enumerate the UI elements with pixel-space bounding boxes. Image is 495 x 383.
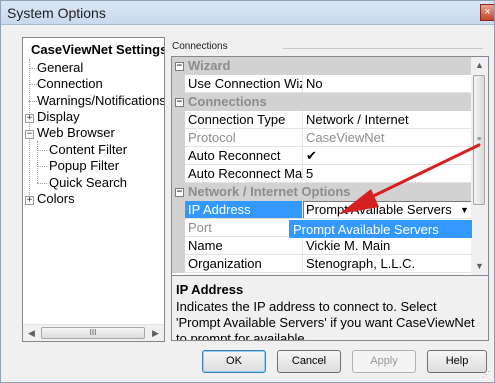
row-gutter — [172, 255, 185, 273]
property-row[interactable]: Organization Stenograph, L.L.C. — [172, 255, 472, 273]
tree-item-general[interactable]: General — [37, 60, 83, 77]
tree-item-web-browser[interactable]: Web Browser — [37, 125, 115, 142]
row-gutter — [172, 165, 185, 183]
expand-plus-icon[interactable]: + — [25, 114, 34, 123]
property-value[interactable]: No — [303, 75, 472, 93]
help-description: Indicates the IP address to connect to. … — [176, 299, 475, 341]
tree-guide-line — [37, 183, 47, 184]
tree-item-content-filter[interactable]: Content Filter — [49, 142, 127, 159]
property-name: Name — [185, 237, 303, 255]
tree-item-colors[interactable]: Colors — [37, 191, 75, 208]
tree-item-display[interactable]: Display — [37, 109, 80, 126]
ok-button[interactable]: OK — [202, 350, 266, 373]
row-gutter — [172, 147, 185, 165]
property-name: Connection Type — [185, 111, 303, 129]
category-label: Wizard — [188, 58, 231, 73]
tree-root[interactable]: CaseViewNet Settings — [31, 42, 164, 59]
system-options-window: System Options × CaseViewNet Settings Ge… — [0, 0, 495, 383]
help-title: IP Address — [176, 282, 244, 297]
tree-guide-line — [37, 150, 47, 151]
tree-horizontal-scrollbar[interactable]: ◀ III ▶ — [23, 324, 164, 341]
tree-item-connection[interactable]: Connection — [37, 76, 103, 93]
scroll-down-icon[interactable]: ▼ — [471, 258, 488, 275]
property-value[interactable]: Network / Internet — [303, 111, 472, 129]
property-name: Protocol — [185, 129, 303, 147]
help-panel: IP Address Indicates the IP address to c… — [171, 276, 489, 341]
scroll-right-icon[interactable]: ▶ — [147, 325, 164, 341]
row-gutter — [172, 219, 185, 237]
expand-plus-icon[interactable]: + — [25, 196, 34, 205]
property-name: Auto Reconnect Max — [185, 165, 303, 183]
tree-item-quick-search[interactable]: Quick Search — [49, 175, 127, 192]
title-bar[interactable]: System Options × — [1, 1, 494, 25]
apply-button[interactable]: Apply — [352, 350, 416, 373]
group-label: Connections — [172, 41, 228, 52]
category-row[interactable]: − Connections — [172, 93, 472, 111]
property-name: IP Address — [185, 201, 303, 219]
red-arrow-icon — [339, 143, 481, 214]
group-divider — [283, 48, 483, 49]
settings-tree[interactable]: CaseViewNet Settings General Connection … — [22, 37, 165, 342]
category-label: Connections — [188, 94, 267, 109]
dropdown-option[interactable]: Prompt Available Servers — [289, 220, 472, 238]
collapse-minus-icon[interactable]: − — [175, 98, 184, 107]
resize-grip-icon[interactable]: ⋰ — [482, 370, 492, 380]
tree-guide-line — [29, 101, 37, 102]
property-value[interactable]: Stenograph, L.L.C. — [303, 255, 472, 273]
cancel-button[interactable]: Cancel — [277, 350, 341, 373]
tree-guide-line — [37, 141, 38, 183]
row-gutter — [172, 237, 185, 255]
tree-guide-line — [29, 68, 37, 69]
tree-item-warnings[interactable]: Warnings/Notifications — [37, 93, 164, 110]
scroll-up-icon[interactable]: ▲ — [471, 57, 488, 74]
collapse-minus-icon[interactable]: − — [175, 62, 184, 71]
collapse-minus-icon[interactable]: − — [25, 130, 34, 139]
row-gutter — [172, 111, 185, 129]
property-name: Use Connection Wizard — [185, 75, 303, 93]
tree-guide-line — [29, 84, 37, 85]
property-value[interactable]: Vickie M. Main — [303, 237, 472, 255]
tree-guide-line — [37, 166, 47, 167]
property-name: Auto Reconnect — [185, 147, 303, 165]
property-row[interactable]: Connection Type Network / Internet — [172, 111, 472, 129]
property-row[interactable]: Use Connection Wizard No — [172, 75, 472, 93]
window-title: System Options — [7, 5, 106, 21]
property-row[interactable]: Name Vickie M. Main — [172, 237, 472, 255]
scroll-thumb[interactable]: III — [41, 327, 145, 339]
help-button[interactable]: Help — [427, 350, 487, 373]
row-gutter — [172, 75, 185, 93]
collapse-minus-icon[interactable]: − — [175, 188, 184, 197]
row-gutter — [172, 201, 185, 219]
scroll-left-icon[interactable]: ◀ — [23, 325, 40, 341]
tree-item-popup-filter[interactable]: Popup Filter — [49, 158, 119, 175]
property-name: Port — [185, 219, 303, 237]
category-row[interactable]: − Wizard — [172, 57, 472, 75]
close-icon[interactable]: × — [480, 4, 494, 21]
row-gutter — [172, 129, 185, 147]
property-name: Organization — [185, 255, 303, 273]
